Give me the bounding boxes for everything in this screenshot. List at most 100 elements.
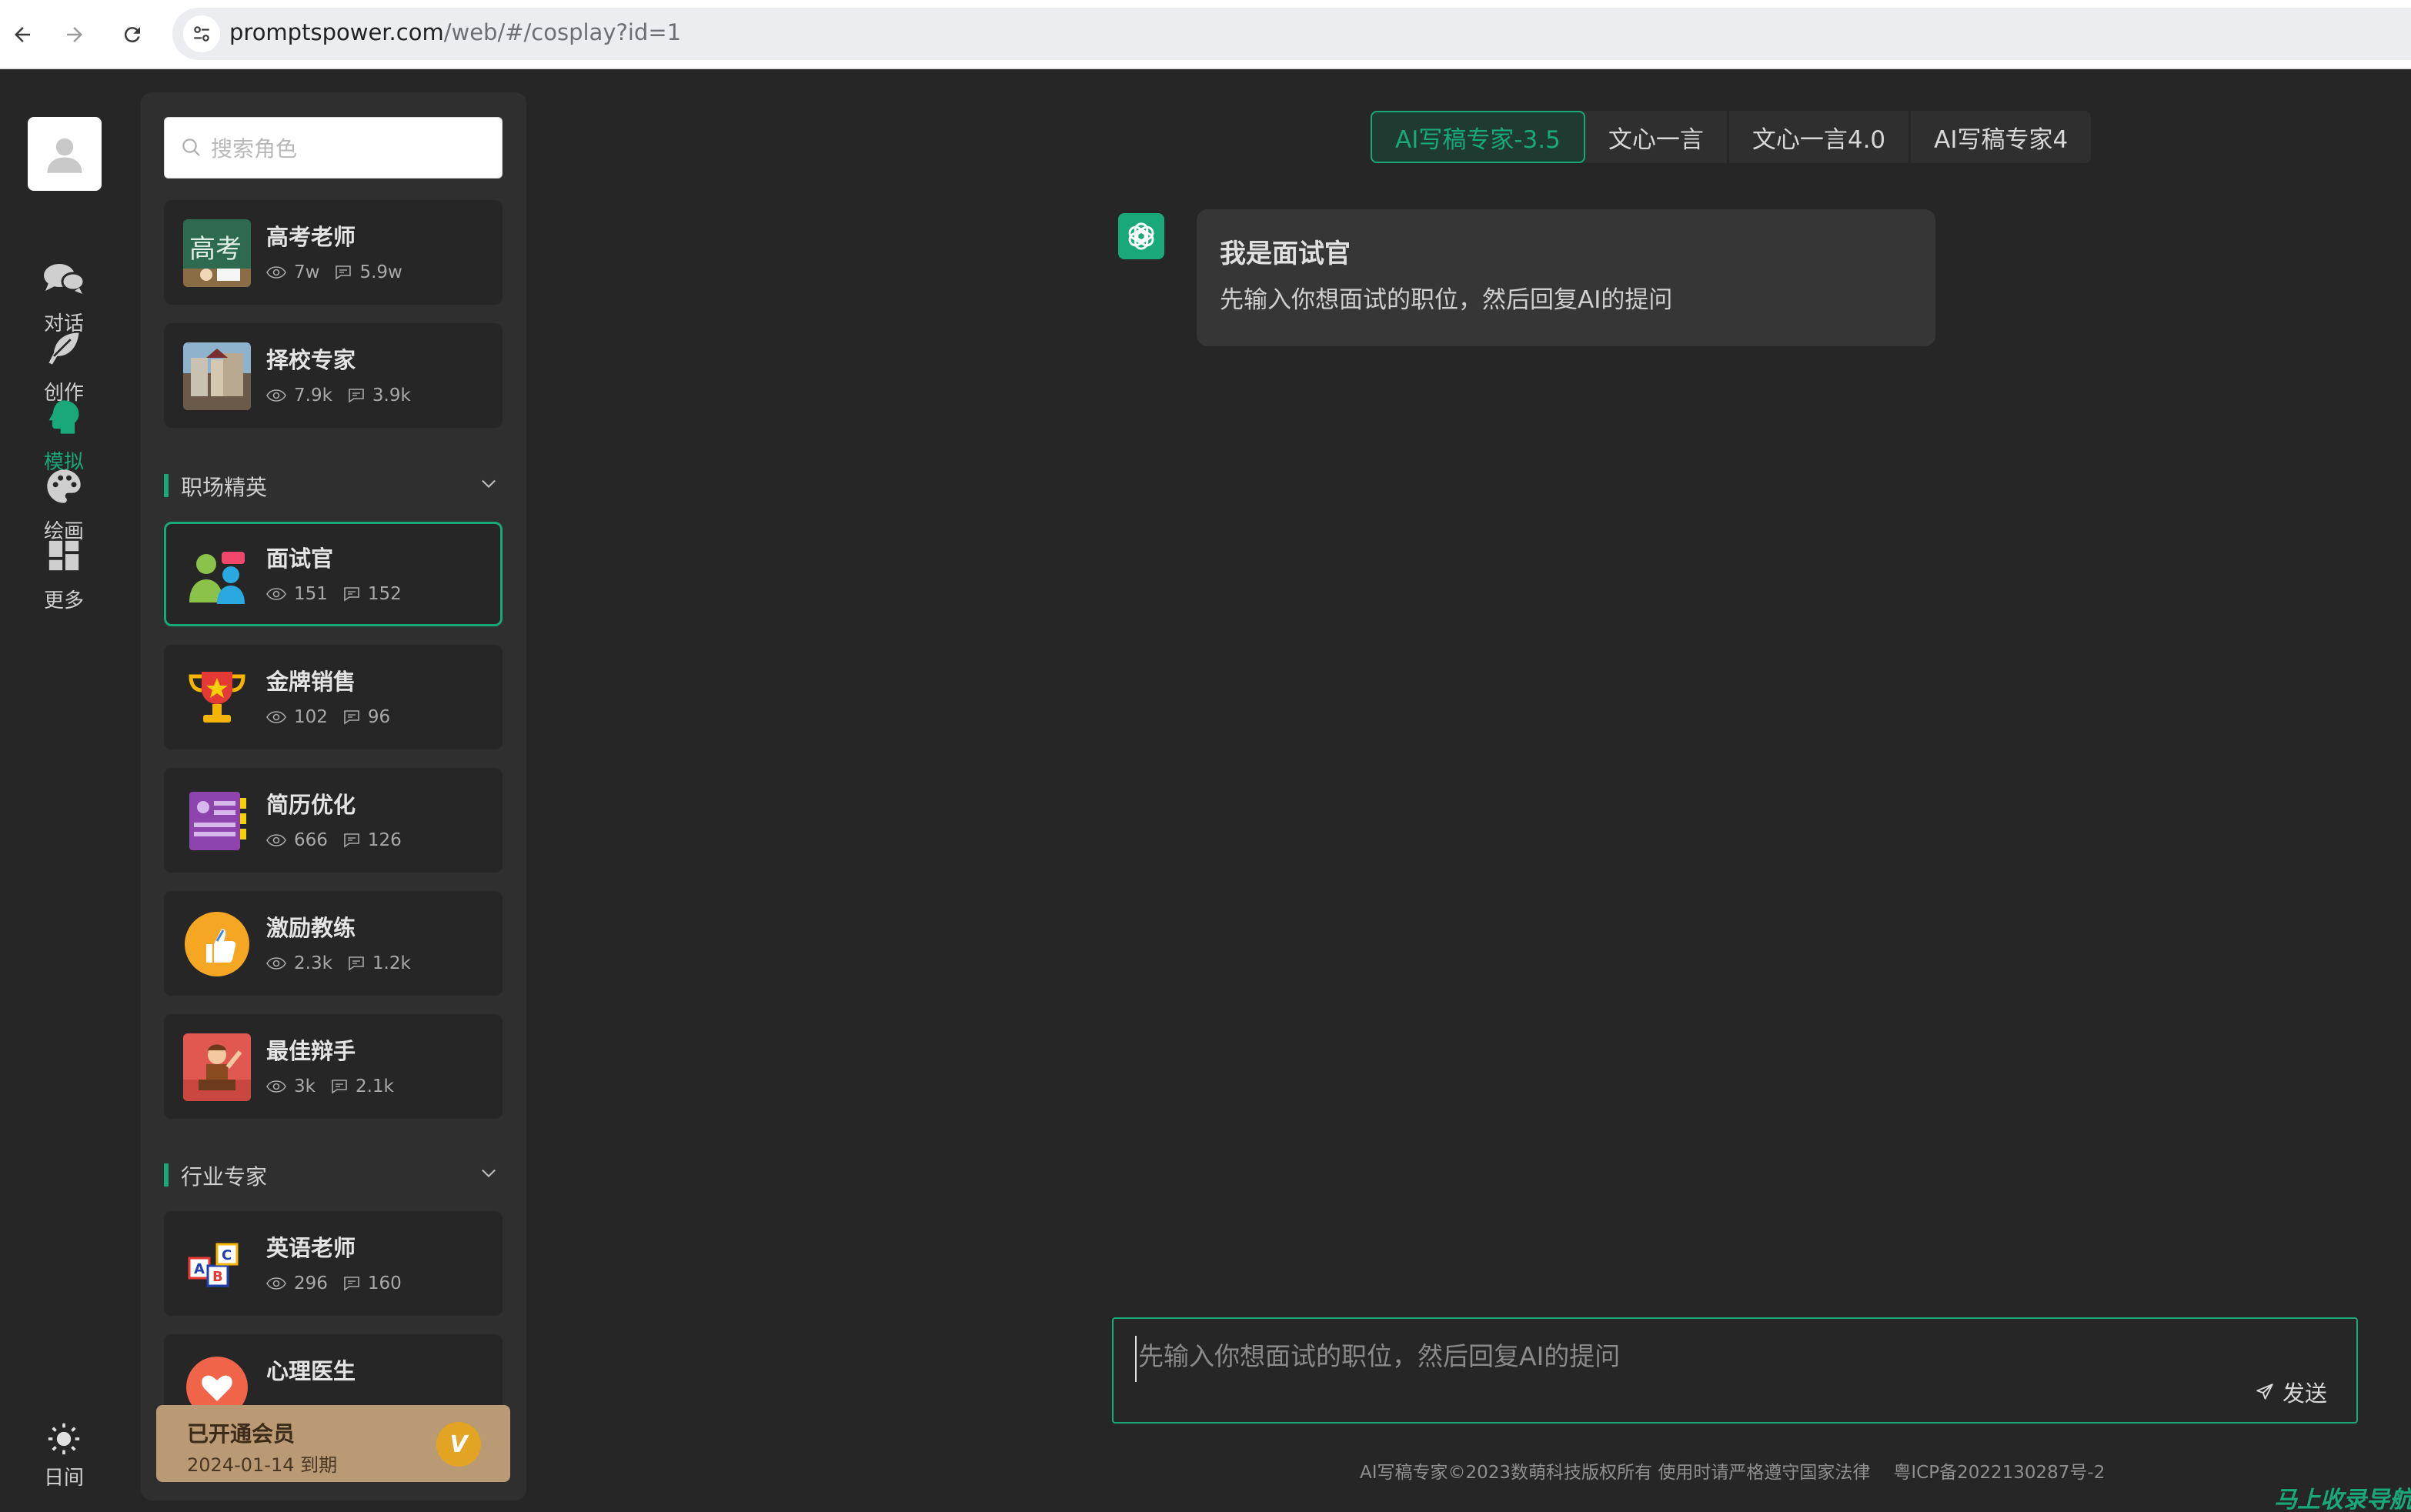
- role-name: 简历优化: [266, 792, 356, 818]
- tab-model-wenxin-4[interactable]: 文心一言4.0: [1729, 111, 1912, 163]
- send-button[interactable]: 发送: [2255, 1376, 2327, 1408]
- role-stats: 3k 2.1k: [266, 1076, 409, 1096]
- send-icon: [2256, 1383, 2273, 1400]
- role-stats: 2.3k 1.2k: [266, 953, 426, 973]
- chevron-down-icon: [482, 479, 496, 489]
- role-card-school-expert[interactable]: 择校专家 7.9k 3.9k: [164, 323, 503, 428]
- svg-text:B: B: [212, 1269, 223, 1285]
- comment-icon: [349, 956, 364, 971]
- role-stats: 7.9k 3.9k: [266, 386, 426, 406]
- role-name: 择校专家: [266, 347, 356, 373]
- forward-arrow-icon: [67, 27, 82, 42]
- message-title: 我是面试官: [1220, 239, 1351, 269]
- comment-icon: [344, 587, 359, 602]
- sun-icon: [48, 1423, 80, 1455]
- comment-icon: [349, 389, 364, 403]
- svg-text:高考: 高考: [189, 234, 242, 265]
- vip-badge-icon: V: [436, 1422, 481, 1467]
- role-stats: 102 96: [266, 707, 406, 727]
- copyright-text: AI写稿专家©2023数萌科技版权所有 使用时请严格遵守国家法律: [1360, 1463, 1871, 1483]
- view-count: 666: [294, 830, 328, 850]
- address-bar[interactable]: promptspower.com/web/#/cosplay?id=1: [172, 8, 2411, 60]
- message-input[interactable]: [1135, 1336, 2289, 1382]
- role-name: 面试官: [266, 546, 334, 572]
- comment-icon: [336, 265, 352, 280]
- eye-icon: [266, 389, 286, 402]
- comment-count: 96: [367, 707, 391, 727]
- url-text: promptspower.com/web/#/cosplay?id=1: [229, 19, 682, 45]
- role-name: 英语老师: [266, 1235, 356, 1261]
- palette-icon: [41, 463, 87, 509]
- role-card-gold-sales[interactable]: 金牌销售 102 96: [164, 645, 503, 749]
- view-count: 151: [294, 584, 328, 604]
- role-card-english-teacher[interactable]: ABC 英语老师 296 160: [164, 1211, 503, 1316]
- user-avatar[interactable]: [28, 117, 102, 191]
- reload-button[interactable]: [112, 14, 153, 55]
- comment-count: 160: [367, 1273, 402, 1293]
- comment-icon: [344, 833, 359, 848]
- search-icon: [182, 139, 200, 156]
- assistant-message: 我是面试官 先输入你想面试的职位，然后回复AI的提问: [1197, 209, 1935, 346]
- role-thumbnail: [183, 1033, 251, 1101]
- section-marker: [164, 474, 169, 497]
- role-card-motivation-coach[interactable]: 激励教练 2.3k 1.2k: [164, 891, 503, 996]
- role-thumbnail: [183, 664, 251, 732]
- role-thumbnail: 高考: [183, 219, 251, 287]
- reload-icon: [124, 27, 140, 43]
- chevron-down-icon: [482, 1169, 496, 1178]
- view-count: 102: [294, 707, 328, 727]
- role-card-best-debater[interactable]: 最佳辩手 3k 2.1k: [164, 1014, 503, 1119]
- feather-icon: [41, 325, 87, 371]
- role-panel: 高考 高考老师 7w 5.9w 择校专家 7.9k 3.9k 职场精英 面试官 …: [141, 92, 526, 1500]
- role-search[interactable]: [164, 117, 503, 179]
- role-thumbnail: ABC: [183, 1230, 251, 1298]
- back-arrow-icon: [15, 27, 30, 42]
- assistant-avatar: [1118, 213, 1164, 259]
- comment-count: 2.1k: [355, 1076, 394, 1096]
- chat-icon: [41, 255, 87, 302]
- section-title: 行业专家: [181, 1164, 268, 1190]
- tab-model-ai-writer-3-5[interactable]: AI写稿专家-3.5: [1371, 111, 1585, 163]
- role-stats: 151 152: [266, 584, 417, 604]
- role-thumbnail: [183, 342, 251, 410]
- site-info-icon[interactable]: [183, 15, 220, 52]
- icp-link[interactable]: 粤ICP备2022130287号-2: [1893, 1463, 2105, 1483]
- role-name: 最佳辩手: [266, 1038, 356, 1064]
- eye-icon: [266, 957, 286, 970]
- role-card-resume-optimize[interactable]: 简历优化 666 126: [164, 768, 503, 873]
- left-nav-rail: 对话 创作 模拟 绘画 更多: [0, 71, 128, 1512]
- theme-toggle[interactable]: 日间: [0, 1422, 128, 1507]
- tab-model-wenxin[interactable]: 文心一言: [1585, 111, 1729, 163]
- svg-text:C: C: [222, 1247, 232, 1263]
- role-thumbnail: [183, 541, 251, 609]
- role-card-gaokao-teacher[interactable]: 高考 高考老师 7w 5.9w: [164, 200, 503, 305]
- forward-button[interactable]: [54, 14, 95, 55]
- nav-more[interactable]: 更多: [0, 526, 128, 634]
- back-button[interactable]: [2, 14, 43, 55]
- role-name: 激励教练: [266, 915, 356, 941]
- comment-icon: [344, 710, 359, 725]
- role-name: 心理医生: [266, 1358, 356, 1384]
- vip-membership-card[interactable]: 已开通会员 2024-01-14 到期 V: [156, 1405, 510, 1482]
- view-count: 7.9k: [294, 386, 332, 406]
- comment-count: 126: [367, 830, 402, 850]
- view-count: 296: [294, 1273, 328, 1293]
- role-card-interviewer[interactable]: 面试官 151 152: [164, 522, 503, 626]
- search-input[interactable]: [211, 132, 488, 165]
- section-industry[interactable]: 行业专家: [164, 1157, 503, 1191]
- view-count: 2.3k: [294, 953, 332, 973]
- role-name: 高考老师: [266, 224, 356, 250]
- section-workplace[interactable]: 职场精英: [164, 468, 503, 502]
- tab-model-ai-writer-4[interactable]: AI写稿专家4: [1911, 111, 2091, 163]
- footer: AI写稿专家©2023数萌科技版权所有 使用时请严格遵守国家法律 粤ICP备202…: [1360, 1457, 2105, 1484]
- message-composer: 发送: [1112, 1317, 2358, 1424]
- role-name: 金牌销售: [266, 669, 356, 695]
- openai-logo-icon: [1128, 222, 1154, 250]
- section-marker: [164, 1163, 169, 1187]
- eye-icon: [266, 834, 286, 846]
- role-thumbnail: [183, 787, 251, 855]
- browser-toolbar: promptspower.com/web/#/cosplay?id=1: [0, 0, 2411, 69]
- vip-title: 已开通会员: [187, 1421, 296, 1447]
- model-tabs: AI写稿专家-3.5 文心一言 文心一言4.0 AI写稿专家4: [1371, 111, 2092, 163]
- role-thumbnail: [183, 910, 251, 978]
